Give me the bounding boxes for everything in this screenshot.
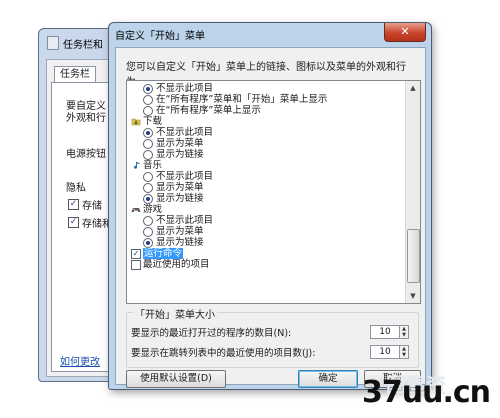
recent-programs-input[interactable]: 10: [370, 325, 400, 339]
list-item-label: 在“所有程序”菜单和「开始」菜单上显示: [156, 94, 328, 105]
privacy-item-1: 存储: [82, 201, 102, 212]
checkbox-unchecked-icon[interactable]: [131, 260, 141, 270]
radio-unchecked-icon[interactable]: [143, 139, 153, 149]
ok-button[interactable]: 确定: [298, 370, 358, 388]
list-scrollbar[interactable]: ▲ ▼: [405, 81, 420, 303]
radio-unchecked-icon[interactable]: [143, 216, 153, 226]
scroll-thumb[interactable]: [407, 229, 420, 283]
list-item-label: 不显示此项目: [156, 215, 214, 226]
list-item-label: 下载: [143, 116, 163, 127]
site-watermark: 37uu.cn: [362, 375, 491, 410]
checkbox-checked-icon[interactable]: ✓: [131, 249, 141, 259]
list-item-label: 不显示此项目: [156, 171, 214, 182]
dialog-client: 您可以自定义「开始」菜单上的链接、图标以及菜单的外观和行为。 ▲ ▼ 不显示此项…: [115, 47, 426, 388]
music-icon: [131, 161, 141, 170]
list-item-label: 显示为链接: [156, 193, 204, 204]
window-title: 任务栏和: [63, 40, 103, 51]
power-button-label: 电源按钮: [66, 149, 106, 160]
radio-unchecked-icon[interactable]: [143, 172, 153, 182]
radio-checked-icon[interactable]: [143, 84, 153, 94]
list-item-label: 显示为链接: [156, 237, 204, 248]
dialog-title: 自定义「开始」菜单: [115, 31, 205, 42]
jump-list-input[interactable]: 10: [370, 345, 400, 359]
list-item-label: 显示为菜单: [156, 226, 204, 237]
customize-start-menu-dialog: 自定义「开始」菜单 ✕ 您可以自定义「开始」菜单上的链接、图标以及菜单的外观和行…: [108, 22, 432, 390]
start-menu-size-group: 「开始」菜单大小 要显示的最近打开过的程序的数目(N): 10 ▲ ▼ 要显示在跳…: [126, 306, 419, 368]
intro-line-2: 外观和行: [66, 113, 106, 124]
radio-checked-icon[interactable]: [143, 194, 153, 204]
use-defaults-button[interactable]: 使用默认设置(D): [126, 370, 226, 388]
radio-unchecked-icon[interactable]: [143, 95, 153, 105]
help-link[interactable]: 如何更改: [60, 353, 100, 368]
privacy-checkbox-1[interactable]: ✓: [68, 199, 79, 210]
size-group-legend: 「开始」菜单大小: [133, 306, 217, 321]
list-item-label: 在“所有程序”菜单上显示: [156, 105, 261, 116]
privacy-label: 隐私: [66, 183, 86, 194]
scroll-up-icon[interactable]: ▲: [407, 82, 419, 94]
download-icon: [131, 117, 141, 126]
radio-unchecked-icon[interactable]: [143, 150, 153, 160]
list-item-label: 显示为菜单: [156, 182, 204, 193]
radio-unchecked-icon[interactable]: [143, 227, 153, 237]
close-button[interactable]: ✕: [384, 23, 426, 42]
list-item-label: 显示为菜单: [156, 138, 204, 149]
list-item-label: 音乐: [143, 160, 163, 171]
scroll-down-icon[interactable]: ▼: [407, 290, 419, 302]
list-item-label: 最近使用的项目: [143, 259, 210, 270]
games-icon: [131, 205, 141, 214]
radio-unchecked-icon[interactable]: [143, 183, 153, 193]
jump-list-label: 要显示在跳转列表中的最近使用的项目数(J):: [131, 348, 316, 359]
window-icon: [47, 36, 59, 50]
tab-taskbar[interactable]: 任务栏: [54, 66, 96, 83]
radio-checked-icon[interactable]: [143, 128, 153, 138]
radio-checked-icon[interactable]: [143, 238, 153, 248]
recent-programs-label: 要显示的最近打开过的程序的数目(N):: [131, 328, 292, 339]
radio-unchecked-icon[interactable]: [143, 106, 153, 116]
list-item-label: 运行命令: [143, 248, 184, 259]
list-item-label: 不显示此项目: [156, 127, 214, 138]
list-item-label: 游戏: [143, 204, 163, 215]
recent-programs-stepper[interactable]: ▲ ▼: [399, 325, 409, 339]
list-item-label: 不显示此项目: [156, 83, 214, 94]
privacy-checkbox-2[interactable]: ✓: [68, 217, 79, 228]
jump-list-stepper[interactable]: ▲ ▼: [399, 345, 409, 359]
list-item-label: 显示为链接: [156, 149, 204, 160]
start-menu-items-list[interactable]: ▲ ▼ 不显示此项目 在“所有程序”菜单和「开始」菜单上显示 在“所有程序”菜单上显…: [126, 80, 421, 304]
